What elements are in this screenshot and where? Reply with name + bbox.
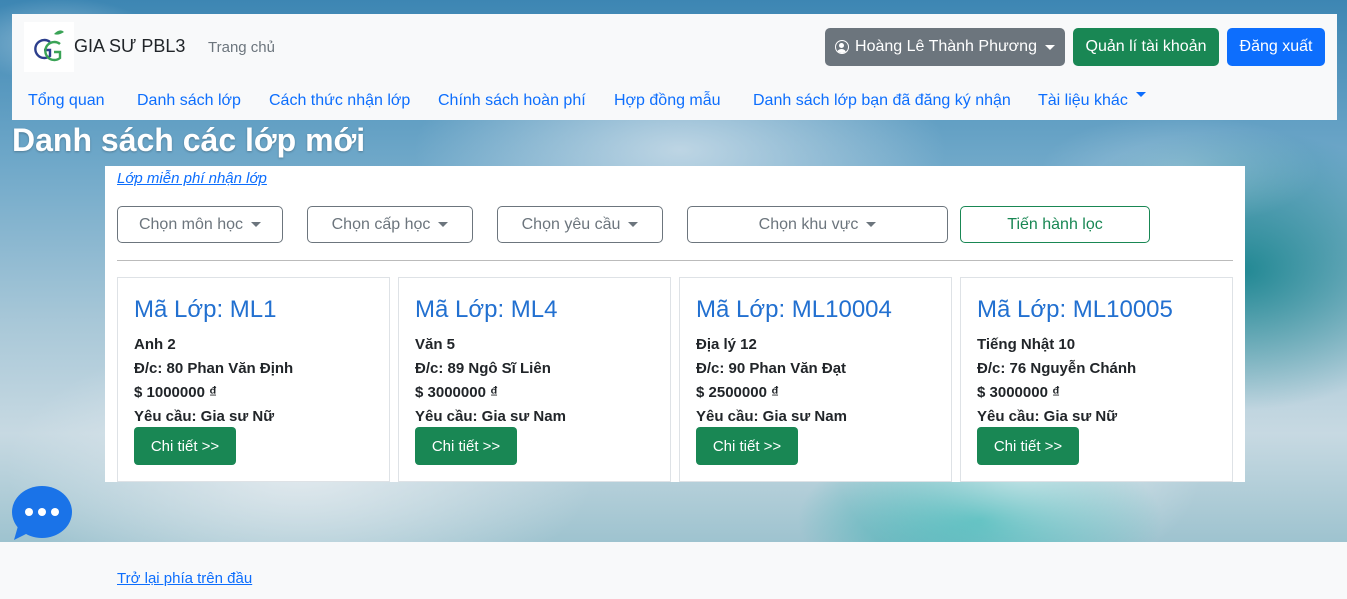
level-filter-dropdown[interactable]: Chọn cấp học <box>307 206 473 243</box>
caret-down-icon <box>628 222 639 227</box>
divider <box>117 260 1233 261</box>
class-card: Mã Lớp: ML1 Anh 2 Đ/c: 80 Phan Văn Định … <box>117 277 390 482</box>
requirement-filter-dropdown[interactable]: Chọn yêu cầu <box>497 206 663 243</box>
class-list-panel: Lớp miễn phí nhận lớp Chọn môn học Chọn … <box>105 166 1245 482</box>
class-card: Mã Lớp: ML10004 Địa lý 12 Đ/c: 90 Phan V… <box>679 277 952 482</box>
class-price: $ 1000000 ₫ <box>134 384 217 401</box>
class-address: Đ/c: 80 Phan Văn Định <box>134 360 294 377</box>
class-detail-button[interactable]: Chi tiết >> <box>696 427 798 465</box>
menu-item-other-documents-label: Tài liệu khác <box>1038 92 1128 109</box>
menu-item-other-documents[interactable]: Tài liệu khác <box>1038 92 1146 110</box>
brand-name[interactable]: GIA SƯ PBL3 <box>74 36 185 57</box>
class-requirement: Yêu cầu: Gia sư Nam <box>696 408 847 425</box>
area-filter-label: Chọn khu vực <box>758 215 859 233</box>
caret-down-icon <box>866 222 877 227</box>
class-price: $ 3000000 ₫ <box>977 384 1060 401</box>
class-code: Mã Lớp: ML10004 <box>696 296 892 323</box>
class-subject: Địa lý 12 <box>696 336 757 353</box>
class-requirement: Yêu cầu: Gia sư Nữ <box>977 408 1118 425</box>
menu-item-class-list[interactable]: Danh sách lớp <box>137 92 241 110</box>
menu-item-how-to-receive[interactable]: Cách thức nhận lớp <box>269 92 410 110</box>
area-filter-dropdown[interactable]: Chọn khu vực <box>687 206 948 243</box>
class-code: Mã Lớp: ML1 <box>134 296 277 323</box>
class-card: Mã Lớp: ML10005 Tiếng Nhật 10 Đ/c: 76 Ng… <box>960 277 1233 482</box>
menu-item-overview[interactable]: Tổng quan <box>28 92 105 110</box>
requirement-filter-label: Chọn yêu cầu <box>521 215 621 233</box>
class-address: Đ/c: 89 Ngô Sĩ Liên <box>415 360 551 377</box>
class-detail-button[interactable]: Chi tiết >> <box>134 427 236 465</box>
class-detail-button[interactable]: Chi tiết >> <box>977 427 1079 465</box>
chat-bubble-button[interactable] <box>12 486 72 540</box>
class-subject: Anh 2 <box>134 336 176 353</box>
page-title: Danh sách các lớp mới <box>12 122 366 158</box>
class-code: Mã Lớp: ML4 <box>415 296 558 323</box>
free-classes-link[interactable]: Lớp miễn phí nhận lớp <box>117 170 267 187</box>
user-dropdown-button[interactable]: Hoàng Lê Thành Phương <box>825 28 1065 66</box>
class-card: Mã Lớp: ML4 Văn 5 Đ/c: 89 Ngô Sĩ Liên $ … <box>398 277 671 482</box>
level-filter-label: Chọn cấp học <box>331 215 431 233</box>
class-requirement: Yêu cầu: Gia sư Nữ <box>134 408 275 425</box>
class-subject: Tiếng Nhật 10 <box>977 336 1076 353</box>
back-to-top-link[interactable]: Trở lại phía trên đầu <box>117 570 252 587</box>
menu-item-refund-policy[interactable]: Chính sách hoàn phí <box>438 92 586 110</box>
caret-down-icon <box>438 222 449 227</box>
class-address: Đ/c: 90 Phan Văn Đạt <box>696 360 847 377</box>
top-navbar: GIA SƯ PBL3 Trang chủ Hoàng Lê Thành Phư… <box>12 14 1337 120</box>
caret-down-icon <box>251 222 262 227</box>
class-detail-button[interactable]: Chi tiết >> <box>415 427 517 465</box>
subject-filter-dropdown[interactable]: Chọn môn học <box>117 206 283 243</box>
menu-item-sample-contract[interactable]: Hợp đồng mẫu <box>614 92 721 110</box>
site-logo[interactable] <box>24 22 74 72</box>
caret-down-icon <box>1044 44 1055 50</box>
chat-bubble-icon <box>12 486 72 540</box>
class-address: Đ/c: 76 Nguyễn Chánh <box>977 360 1137 377</box>
user-name: Hoàng Lê Thành Phương <box>855 38 1037 55</box>
class-code: Mã Lớp: ML10005 <box>977 296 1173 323</box>
class-price: $ 3000000 ₫ <box>415 384 498 401</box>
apply-filter-button[interactable]: Tiến hành lọc <box>960 206 1150 243</box>
caret-down-icon <box>1135 92 1146 97</box>
logo-icon <box>34 30 64 62</box>
class-price: $ 2500000 ₫ <box>696 384 779 401</box>
class-subject: Văn 5 <box>415 336 456 353</box>
subject-filter-label: Chọn môn học <box>138 215 244 233</box>
account-management-button[interactable]: Quản lí tài khoản <box>1073 28 1219 66</box>
logout-button[interactable]: Đăng xuất <box>1227 28 1325 66</box>
nav-home-link[interactable]: Trang chủ <box>208 39 275 56</box>
menu-item-registered-classes[interactable]: Danh sách lớp bạn đã đăng ký nhận <box>753 92 1011 110</box>
user-circle-icon <box>835 40 850 54</box>
class-requirement: Yêu cầu: Gia sư Nam <box>415 408 566 425</box>
